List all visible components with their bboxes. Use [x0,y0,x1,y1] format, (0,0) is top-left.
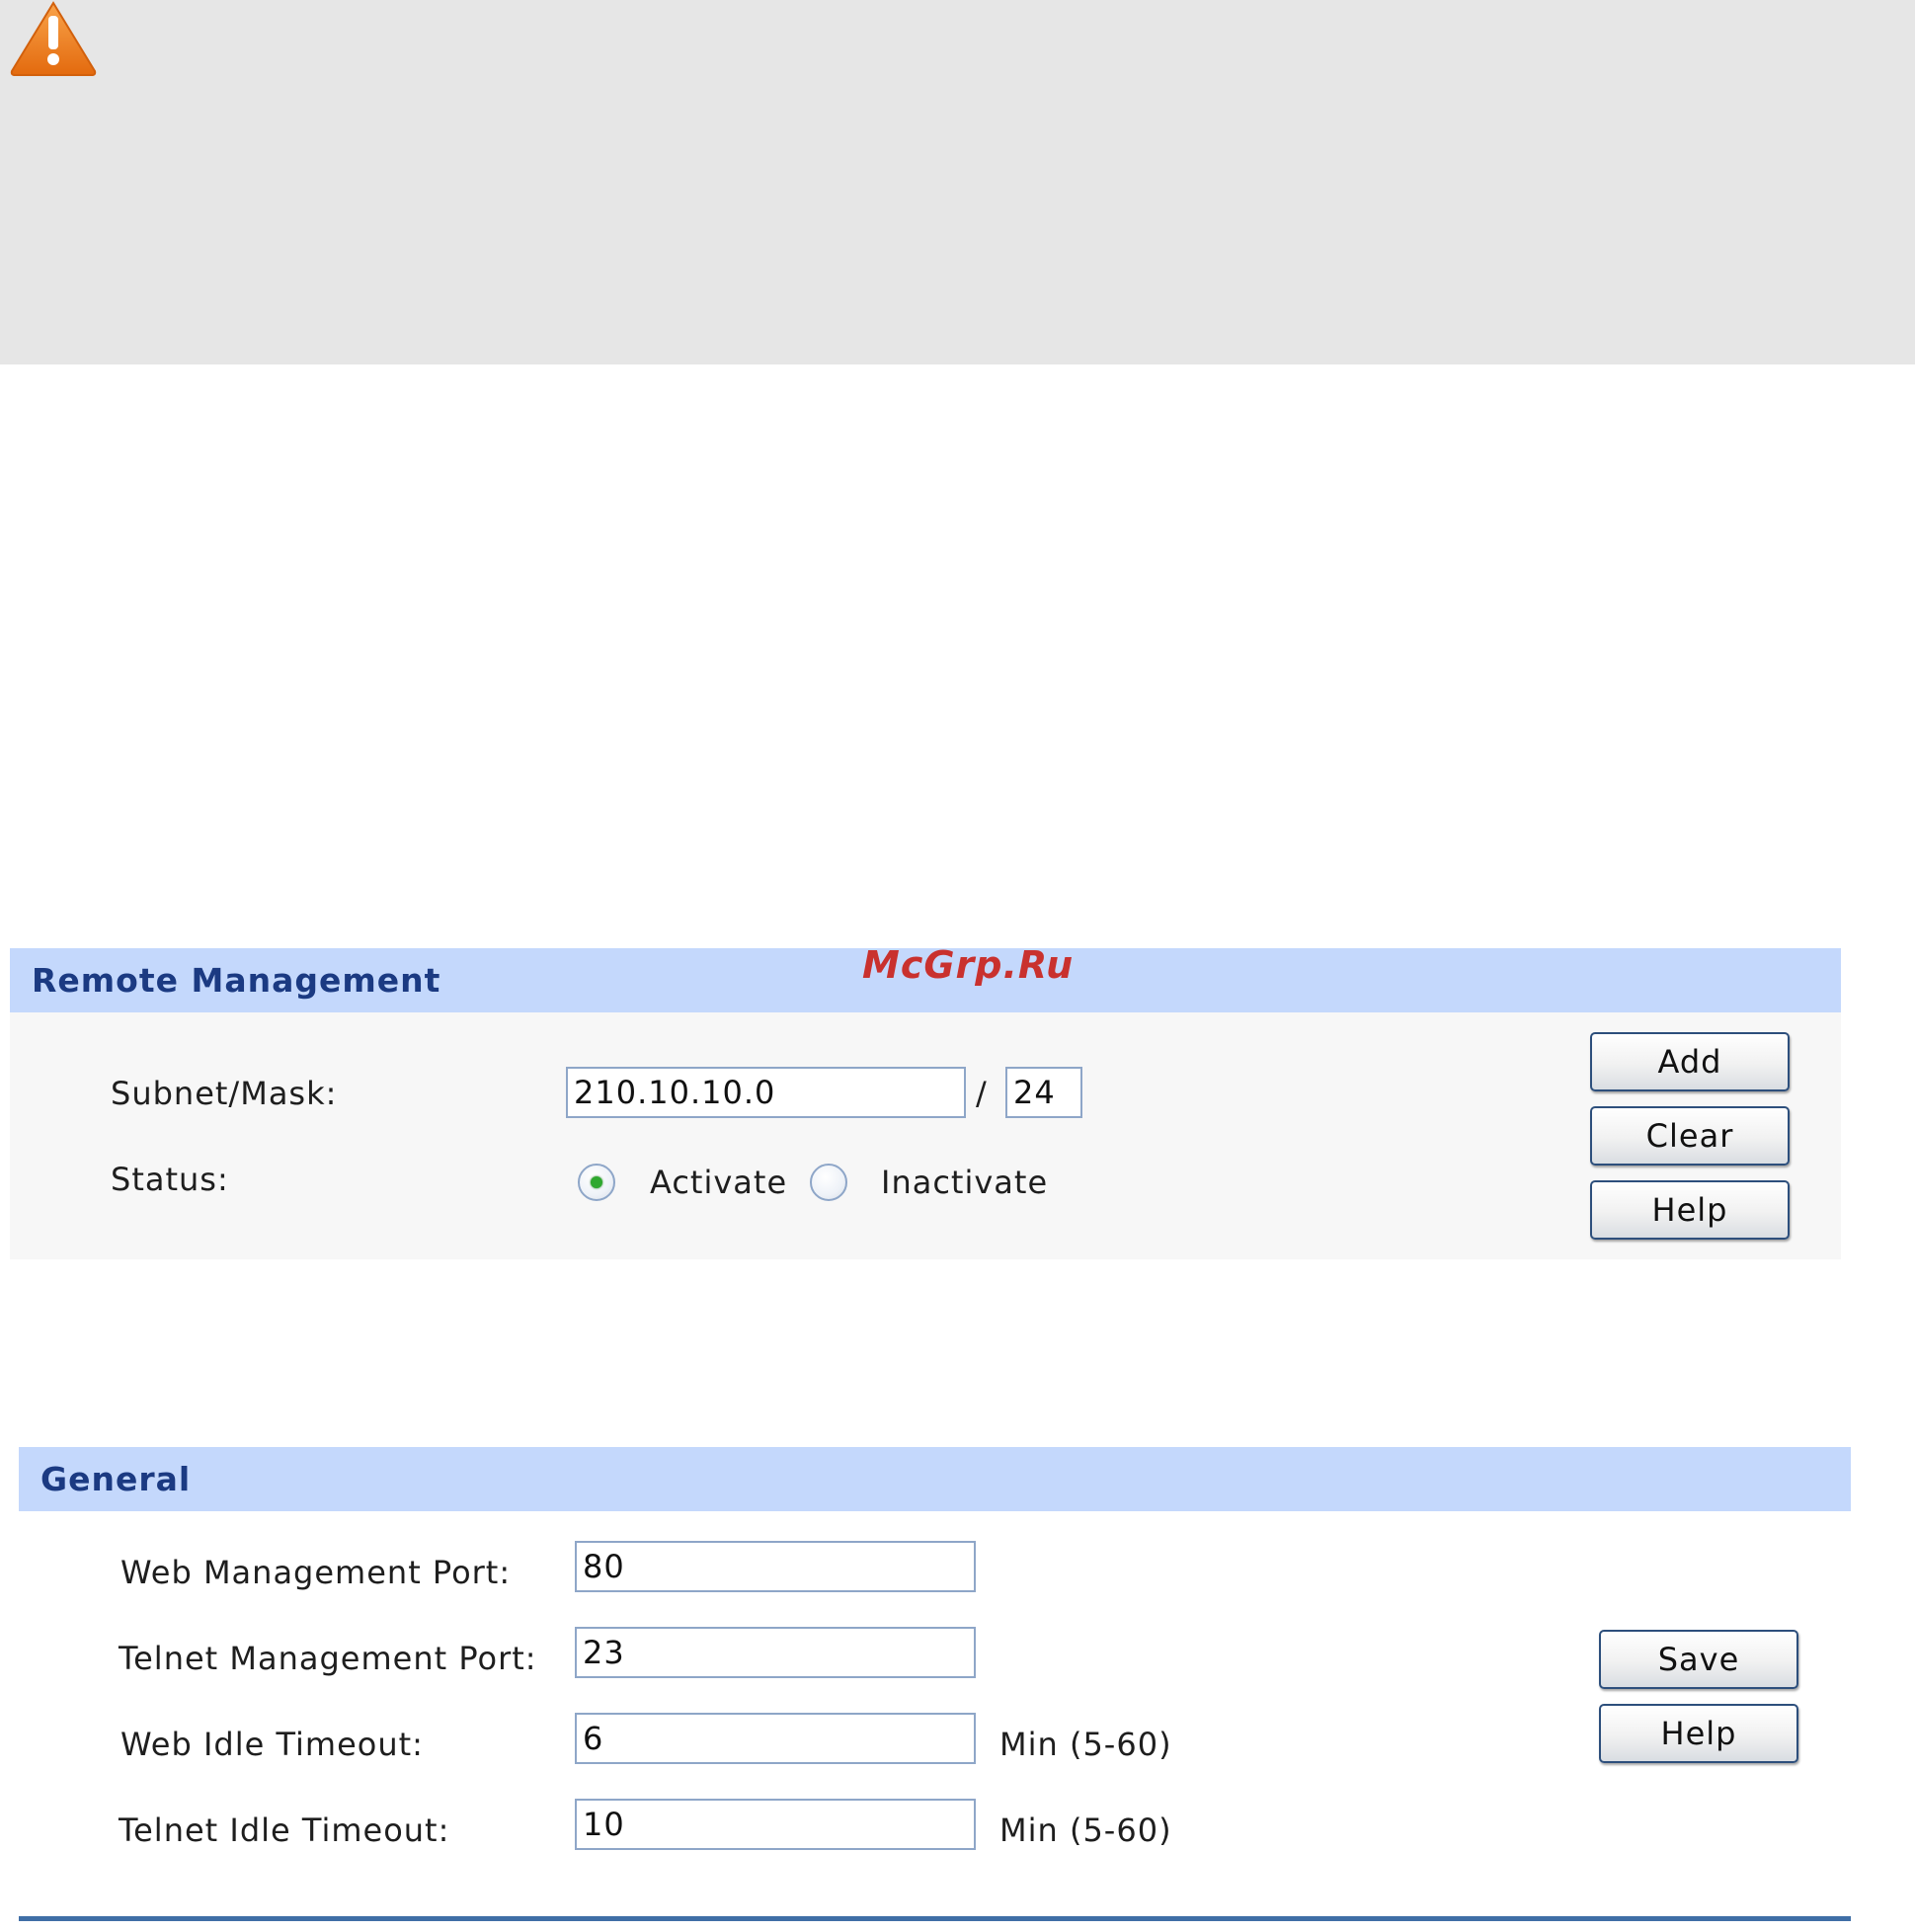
web-idle-timeout-range: Min (5-60) [999,1726,1172,1763]
telnet-management-port-label: Telnet Management Port: [119,1640,537,1677]
general-header: General [19,1447,1851,1511]
warning-box [0,0,1915,364]
clear-button[interactable]: Clear [1590,1106,1790,1166]
general-help-button[interactable]: Help [1599,1704,1798,1763]
status-inactivate-radio[interactable] [810,1164,847,1201]
subnet-input[interactable]: 210.10.10.0 [566,1067,966,1118]
warning-triangle-icon [10,1,97,76]
remote-management-panel [10,1012,1841,1259]
subnet-mask-label: Subnet/Mask: [111,1075,338,1112]
remote-help-button[interactable]: Help [1590,1180,1790,1240]
radio-selected-dot [591,1176,602,1188]
mask-separator: / [976,1075,988,1112]
general-title: General [40,1460,192,1498]
status-activate-radio[interactable] [578,1164,615,1201]
status-activate-label[interactable]: Activate [650,1164,787,1201]
watermark: McGrp.Ru [862,943,1075,987]
web-management-port-label: Web Management Port: [120,1554,512,1591]
status-inactivate-label[interactable]: Inactivate [881,1164,1048,1201]
mask-input[interactable]: 24 [1005,1067,1082,1118]
bottom-divider [19,1916,1851,1921]
telnet-idle-timeout-input[interactable]: 10 [575,1799,976,1850]
telnet-idle-timeout-label: Telnet Idle Timeout: [119,1811,450,1849]
telnet-idle-timeout-range: Min (5-60) [999,1811,1172,1849]
add-button[interactable]: Add [1590,1032,1790,1091]
remote-management-title: Remote Management [32,961,441,1000]
status-label: Status: [111,1161,229,1198]
web-idle-timeout-input[interactable]: 6 [575,1713,976,1764]
web-idle-timeout-label: Web Idle Timeout: [120,1726,424,1763]
telnet-management-port-input[interactable]: 23 [575,1627,976,1678]
web-management-port-input[interactable]: 80 [575,1541,976,1592]
save-button[interactable]: Save [1599,1630,1798,1689]
